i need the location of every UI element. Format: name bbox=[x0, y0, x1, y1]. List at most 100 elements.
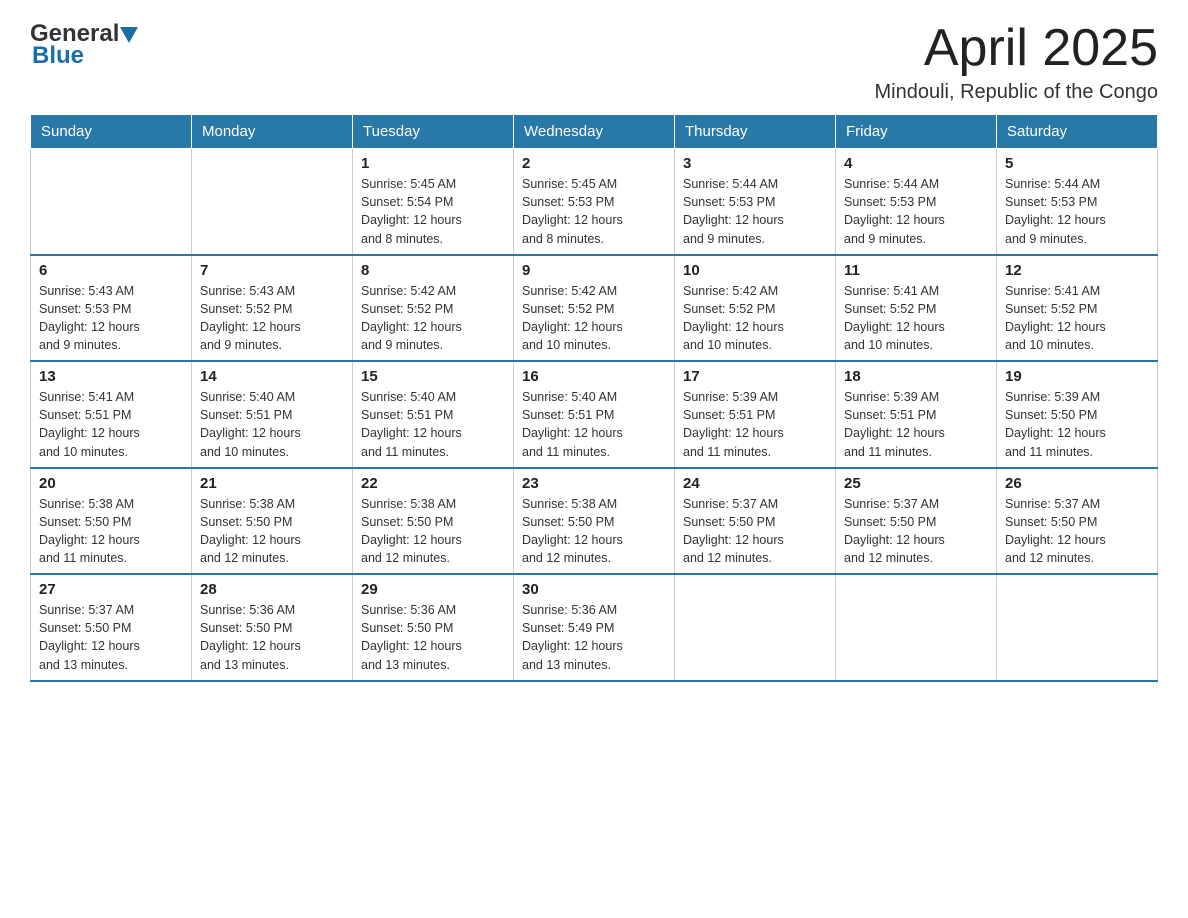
day-info: Sunrise: 5:38 AM Sunset: 5:50 PM Dayligh… bbox=[200, 495, 344, 568]
day-info: Sunrise: 5:38 AM Sunset: 5:50 PM Dayligh… bbox=[39, 495, 183, 568]
day-number: 7 bbox=[200, 262, 344, 279]
day-number: 8 bbox=[361, 262, 505, 279]
day-number: 5 bbox=[1005, 155, 1149, 172]
day-info: Sunrise: 5:44 AM Sunset: 5:53 PM Dayligh… bbox=[844, 175, 988, 248]
day-number: 3 bbox=[683, 155, 827, 172]
calendar-cell: 2 Sunrise: 5:45 AM Sunset: 5:53 PM Daylig… bbox=[514, 149, 675, 255]
day-info: Sunrise: 5:41 AM Sunset: 5:51 PM Dayligh… bbox=[39, 388, 183, 461]
day-number: 30 bbox=[522, 581, 666, 598]
weekday-header: Friday bbox=[836, 115, 997, 149]
weekday-header: Saturday bbox=[997, 115, 1158, 149]
day-number: 6 bbox=[39, 262, 183, 279]
day-number: 20 bbox=[39, 475, 183, 492]
day-number: 25 bbox=[844, 475, 988, 492]
day-number: 14 bbox=[200, 368, 344, 385]
weekday-header: Monday bbox=[192, 115, 353, 149]
calendar-cell: 6 Sunrise: 5:43 AM Sunset: 5:53 PM Daylig… bbox=[31, 255, 192, 362]
day-number: 18 bbox=[844, 368, 988, 385]
weekday-header: Thursday bbox=[675, 115, 836, 149]
calendar-cell: 29 Sunrise: 5:36 AM Sunset: 5:50 PM Dayli… bbox=[353, 574, 514, 681]
calendar-table: SundayMondayTuesdayWednesdayThursdayFrid… bbox=[30, 114, 1158, 682]
day-info: Sunrise: 5:36 AM Sunset: 5:50 PM Dayligh… bbox=[361, 601, 505, 674]
day-number: 19 bbox=[1005, 368, 1149, 385]
calendar-cell: 1 Sunrise: 5:45 AM Sunset: 5:54 PM Daylig… bbox=[353, 149, 514, 255]
title-block: April 2025 Mindouli, Republic of the Con… bbox=[874, 20, 1158, 104]
day-number: 24 bbox=[683, 475, 827, 492]
day-number: 15 bbox=[361, 368, 505, 385]
calendar-cell: 22Sunrise: 5:38 AM Sunset: 5:50 PM Dayli… bbox=[353, 468, 514, 575]
day-info: Sunrise: 5:40 AM Sunset: 5:51 PM Dayligh… bbox=[522, 388, 666, 461]
day-info: Sunrise: 5:38 AM Sunset: 5:50 PM Dayligh… bbox=[361, 495, 505, 568]
calendar-cell: 8 Sunrise: 5:42 AM Sunset: 5:52 PM Daylig… bbox=[353, 255, 514, 362]
day-number: 10 bbox=[683, 262, 827, 279]
day-info: Sunrise: 5:42 AM Sunset: 5:52 PM Dayligh… bbox=[522, 282, 666, 355]
day-number: 27 bbox=[39, 581, 183, 598]
calendar-cell: 16 Sunrise: 5:40 AM Sunset: 5:51 PM Dayli… bbox=[514, 361, 675, 468]
weekday-header: Wednesday bbox=[514, 115, 675, 149]
day-info: Sunrise: 5:43 AM Sunset: 5:53 PM Dayligh… bbox=[39, 282, 183, 355]
day-number: 28 bbox=[200, 581, 344, 598]
calendar-cell: 4 Sunrise: 5:44 AM Sunset: 5:53 PM Daylig… bbox=[836, 149, 997, 255]
logo-triangle-icon bbox=[120, 23, 142, 45]
day-info: Sunrise: 5:41 AM Sunset: 5:52 PM Dayligh… bbox=[1005, 282, 1149, 355]
day-info: Sunrise: 5:45 AM Sunset: 5:53 PM Dayligh… bbox=[522, 175, 666, 248]
day-info: Sunrise: 5:37 AM Sunset: 5:50 PM Dayligh… bbox=[39, 601, 183, 674]
day-info: Sunrise: 5:36 AM Sunset: 5:50 PM Dayligh… bbox=[200, 601, 344, 674]
calendar-cell bbox=[192, 149, 353, 255]
calendar-week-row: 13Sunrise: 5:41 AM Sunset: 5:51 PM Dayli… bbox=[31, 361, 1158, 468]
day-number: 29 bbox=[361, 581, 505, 598]
calendar-cell: 26 Sunrise: 5:37 AM Sunset: 5:50 PM Dayli… bbox=[997, 468, 1158, 575]
day-number: 9 bbox=[522, 262, 666, 279]
calendar-cell: 12 Sunrise: 5:41 AM Sunset: 5:52 PM Dayli… bbox=[997, 255, 1158, 362]
calendar-cell: 18Sunrise: 5:39 AM Sunset: 5:51 PM Dayli… bbox=[836, 361, 997, 468]
day-number: 1 bbox=[361, 155, 505, 172]
calendar-cell: 7Sunrise: 5:43 AM Sunset: 5:52 PM Daylig… bbox=[192, 255, 353, 362]
calendar-week-row: 6 Sunrise: 5:43 AM Sunset: 5:53 PM Daylig… bbox=[31, 255, 1158, 362]
day-number: 11 bbox=[844, 262, 988, 279]
day-info: Sunrise: 5:37 AM Sunset: 5:50 PM Dayligh… bbox=[844, 495, 988, 568]
calendar-cell: 25 Sunrise: 5:37 AM Sunset: 5:50 PM Dayli… bbox=[836, 468, 997, 575]
calendar-cell: 27 Sunrise: 5:37 AM Sunset: 5:50 PM Dayli… bbox=[31, 574, 192, 681]
calendar-cell: 9 Sunrise: 5:42 AM Sunset: 5:52 PM Daylig… bbox=[514, 255, 675, 362]
calendar-week-row: 1 Sunrise: 5:45 AM Sunset: 5:54 PM Daylig… bbox=[31, 149, 1158, 255]
day-info: Sunrise: 5:45 AM Sunset: 5:54 PM Dayligh… bbox=[361, 175, 505, 248]
calendar-cell bbox=[836, 574, 997, 681]
logo-blue: Blue bbox=[32, 42, 84, 70]
calendar-cell: 28 Sunrise: 5:36 AM Sunset: 5:50 PM Dayli… bbox=[192, 574, 353, 681]
calendar-cell: 23Sunrise: 5:38 AM Sunset: 5:50 PM Dayli… bbox=[514, 468, 675, 575]
day-info: Sunrise: 5:44 AM Sunset: 5:53 PM Dayligh… bbox=[1005, 175, 1149, 248]
calendar-cell: 17Sunrise: 5:39 AM Sunset: 5:51 PM Dayli… bbox=[675, 361, 836, 468]
calendar-cell bbox=[675, 574, 836, 681]
day-number: 12 bbox=[1005, 262, 1149, 279]
day-info: Sunrise: 5:42 AM Sunset: 5:52 PM Dayligh… bbox=[683, 282, 827, 355]
calendar-cell: 10 Sunrise: 5:42 AM Sunset: 5:52 PM Dayli… bbox=[675, 255, 836, 362]
calendar-cell: 13Sunrise: 5:41 AM Sunset: 5:51 PM Dayli… bbox=[31, 361, 192, 468]
calendar-cell: 30 Sunrise: 5:36 AM Sunset: 5:49 PM Dayli… bbox=[514, 574, 675, 681]
day-info: Sunrise: 5:40 AM Sunset: 5:51 PM Dayligh… bbox=[361, 388, 505, 461]
day-number: 4 bbox=[844, 155, 988, 172]
logo: General Blue bbox=[30, 20, 143, 70]
calendar-cell: 15 Sunrise: 5:40 AM Sunset: 5:51 PM Dayli… bbox=[353, 361, 514, 468]
day-number: 16 bbox=[522, 368, 666, 385]
calendar-cell bbox=[997, 574, 1158, 681]
calendar-cell: 21Sunrise: 5:38 AM Sunset: 5:50 PM Dayli… bbox=[192, 468, 353, 575]
day-info: Sunrise: 5:39 AM Sunset: 5:51 PM Dayligh… bbox=[683, 388, 827, 461]
calendar-cell: 5 Sunrise: 5:44 AM Sunset: 5:53 PM Daylig… bbox=[997, 149, 1158, 255]
day-info: Sunrise: 5:44 AM Sunset: 5:53 PM Dayligh… bbox=[683, 175, 827, 248]
calendar-cell: 11Sunrise: 5:41 AM Sunset: 5:52 PM Dayli… bbox=[836, 255, 997, 362]
page-header: General Blue April 2025 Mindouli, Republ… bbox=[30, 20, 1158, 104]
calendar-cell: 14Sunrise: 5:40 AM Sunset: 5:51 PM Dayli… bbox=[192, 361, 353, 468]
day-info: Sunrise: 5:37 AM Sunset: 5:50 PM Dayligh… bbox=[683, 495, 827, 568]
calendar-cell: 19Sunrise: 5:39 AM Sunset: 5:50 PM Dayli… bbox=[997, 361, 1158, 468]
calendar-header-row: SundayMondayTuesdayWednesdayThursdayFrid… bbox=[31, 115, 1158, 149]
calendar-cell: 3 Sunrise: 5:44 AM Sunset: 5:53 PM Daylig… bbox=[675, 149, 836, 255]
day-number: 2 bbox=[522, 155, 666, 172]
weekday-header: Tuesday bbox=[353, 115, 514, 149]
day-number: 23 bbox=[522, 475, 666, 492]
day-info: Sunrise: 5:36 AM Sunset: 5:49 PM Dayligh… bbox=[522, 601, 666, 674]
day-info: Sunrise: 5:37 AM Sunset: 5:50 PM Dayligh… bbox=[1005, 495, 1149, 568]
calendar-cell bbox=[31, 149, 192, 255]
day-info: Sunrise: 5:42 AM Sunset: 5:52 PM Dayligh… bbox=[361, 282, 505, 355]
day-number: 26 bbox=[1005, 475, 1149, 492]
calendar-week-row: 27 Sunrise: 5:37 AM Sunset: 5:50 PM Dayli… bbox=[31, 574, 1158, 681]
